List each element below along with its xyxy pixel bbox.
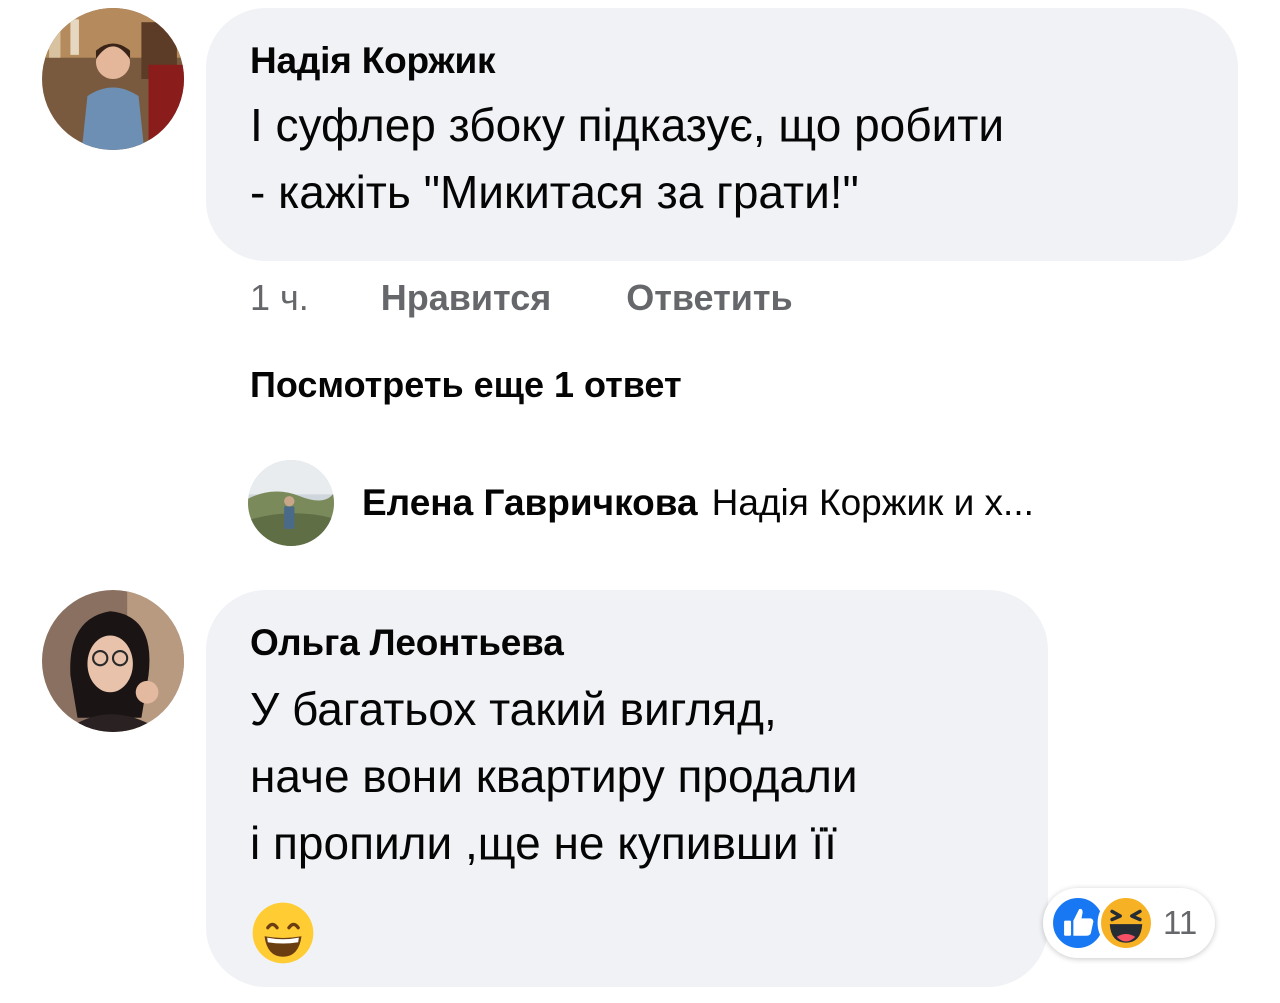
- haha-reaction-icon: [1097, 894, 1155, 952]
- avatar[interactable]: [42, 590, 184, 732]
- profile-photo-icon: [42, 590, 184, 732]
- comment-timestamp[interactable]: 1 ч.: [250, 277, 309, 319]
- comment-bubble: Ольга Леонтьева У багатьох такий вигляд,…: [206, 590, 1048, 987]
- reactions-summary[interactable]: 11: [1043, 888, 1216, 958]
- comment-bubble: Надія Коржик І суфлер збоку підказує, що…: [206, 8, 1238, 261]
- comment-text-line: У багатьох такий вигляд,: [250, 683, 777, 735]
- grinning-smiling-eyes-emoji-icon: [252, 902, 314, 964]
- reply-preview[interactable]: Елена Гавричкова Надія Коржик и х...: [248, 460, 1034, 546]
- avatar[interactable]: [248, 460, 334, 546]
- comment-author[interactable]: Ольга Леонтьева: [250, 622, 1048, 664]
- comment-text-line: - кажіть "Микитася за грати!": [250, 166, 859, 218]
- comment-author[interactable]: Надія Коржик: [250, 40, 1238, 82]
- reply-button[interactable]: Ответить: [626, 277, 792, 319]
- comments-thread: Надія Коржик І суфлер збоку підказує, що…: [0, 0, 1280, 1003]
- reply-snippet: Надія Коржик и х...: [711, 482, 1034, 523]
- comment-text-line: І суфлер збоку підказує, що робити: [250, 99, 1005, 151]
- profile-photo-icon: [248, 460, 334, 546]
- reply-author[interactable]: Елена Гавричкова: [362, 482, 698, 524]
- comment-text-line: наче вони квартиру продали: [250, 750, 858, 802]
- like-button[interactable]: Нравится: [381, 277, 551, 319]
- comment-text-line: і пропили ,ще не купивши її: [250, 817, 837, 869]
- reaction-count: 11: [1163, 904, 1198, 941]
- comment-actions: 1 ч. Нравится Ответить: [250, 275, 793, 321]
- view-more-replies-link[interactable]: Посмотреть еще 1 ответ: [250, 364, 682, 406]
- profile-photo-icon: [42, 8, 184, 150]
- avatar[interactable]: [42, 8, 184, 150]
